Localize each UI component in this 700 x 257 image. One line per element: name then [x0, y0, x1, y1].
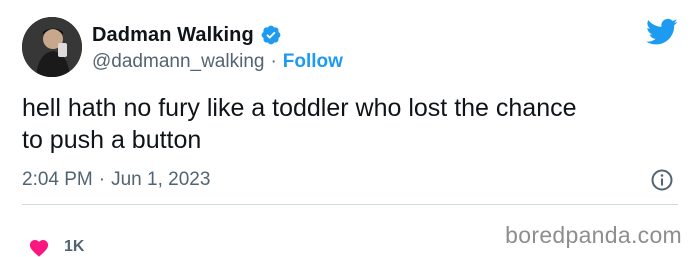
tweet-timestamp[interactable]: 2:04 PM · Jun 1, 2023 [22, 168, 210, 192]
twitter-bird-icon[interactable] [646, 18, 678, 46]
tweet-text: hell hath no fury like a toddler who los… [22, 94, 577, 154]
handle-separator: · [270, 51, 277, 72]
heart-icon [29, 239, 49, 257]
tweet-date: Jun 1, 2023 [111, 169, 211, 190]
tweet-time: 2:04 PM [22, 169, 93, 190]
like-count: 1K [64, 238, 85, 255]
author-display-name[interactable]: Dadman Walking [92, 24, 254, 47]
follow-button[interactable]: Follow [283, 51, 343, 73]
author-name-row: Dadman Walking [92, 22, 282, 48]
author-handle[interactable]: @dadmann_walking [92, 51, 264, 73]
avatar[interactable] [22, 17, 82, 77]
watermark: boredpanda.com [505, 222, 682, 248]
info-icon[interactable] [650, 168, 674, 192]
timestamp-separator: · [98, 169, 106, 190]
verified-badge-icon [261, 25, 281, 45]
avatar-photo [22, 17, 82, 77]
author-handle-row: @dadmann_walking · Follow [92, 50, 343, 74]
like-button[interactable]: 1K [28, 238, 84, 257]
divider [22, 204, 678, 205]
